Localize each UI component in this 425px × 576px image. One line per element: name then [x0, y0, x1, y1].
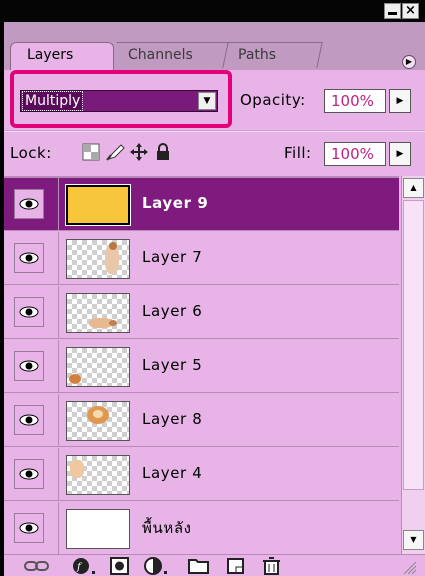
tab-channels[interactable]: Channels	[111, 42, 229, 68]
tab-paths[interactable]: Paths	[221, 42, 323, 68]
divider	[58, 232, 59, 284]
divider	[58, 448, 59, 500]
divider	[4, 130, 425, 132]
scroll-thumb[interactable]	[403, 200, 424, 490]
layer-row[interactable]: Layer 5	[4, 340, 399, 393]
link-layers-icon[interactable]	[24, 557, 50, 575]
layer-thumbnail[interactable]	[66, 293, 130, 333]
tab-layers[interactable]: Layers	[10, 42, 114, 70]
layer-list: Layer 9 Layer 7 Layer 6 Layer 5 Layer 8 …	[4, 176, 399, 555]
blend-mode-value: Multiply	[21, 91, 84, 111]
layer-scrollbar[interactable]: ▲ ▼	[401, 176, 425, 554]
layer-name[interactable]: Layer 7	[142, 248, 202, 266]
layer-name[interactable]: Layer 6	[142, 302, 202, 320]
fill-slider-button[interactable]: ▶	[389, 142, 411, 166]
layer-mask-icon[interactable]	[110, 557, 130, 575]
lock-all-icon[interactable]	[154, 143, 172, 161]
layer-thumbnail[interactable]	[66, 401, 130, 441]
visibility-eye-icon[interactable]	[14, 351, 44, 381]
tab-strip: Paths Channels Layers ▶	[4, 22, 425, 70]
layer-name[interactable]: Layer 8	[142, 410, 202, 428]
lock-row: Lock: Fill: 100% ▶	[4, 134, 425, 176]
layer-row[interactable]: Layer 9	[4, 178, 399, 231]
visibility-eye-icon[interactable]	[14, 405, 44, 435]
layer-thumbnail[interactable]	[66, 239, 130, 279]
layer-row[interactable]: Layer 6	[4, 286, 399, 339]
new-layer-icon[interactable]	[226, 557, 246, 575]
divider	[58, 340, 59, 392]
divider	[58, 178, 59, 230]
layer-thumbnail[interactable]	[66, 455, 130, 495]
new-group-icon[interactable]	[188, 557, 210, 575]
opacity-slider-button[interactable]: ▶	[389, 89, 411, 113]
layer-row[interactable]: Layer 4	[4, 448, 399, 501]
fill-field[interactable]: 100%	[324, 142, 386, 166]
chevron-down-icon[interactable]: ▼	[198, 92, 216, 110]
divider	[58, 502, 59, 554]
panel-titlebar: ×	[0, 0, 425, 22]
scroll-up-icon[interactable]: ▲	[403, 178, 424, 198]
layer-name[interactable]: Layer 4	[142, 464, 202, 482]
visibility-eye-icon[interactable]	[14, 513, 44, 543]
lock-transparency-icon[interactable]	[82, 143, 100, 161]
layer-thumbnail[interactable]	[65, 184, 131, 226]
fill-label: Fill:	[284, 144, 312, 162]
scroll-down-icon[interactable]: ▼	[403, 530, 424, 550]
layers-panel: Paths Channels Layers ▶ Multiply ▼ Opaci…	[4, 22, 425, 576]
trash-icon[interactable]	[262, 557, 282, 575]
lock-label: Lock:	[10, 144, 52, 162]
visibility-eye-icon[interactable]	[14, 243, 44, 273]
layer-style-icon[interactable]: f	[72, 557, 98, 575]
layer-thumbnail[interactable]	[66, 509, 130, 549]
layer-name[interactable]: พื้นหลัง	[142, 516, 192, 540]
blend-mode-select[interactable]: Multiply ▼	[20, 90, 218, 112]
visibility-eye-icon[interactable]	[14, 297, 44, 327]
layer-row[interactable]: Layer 7	[4, 232, 399, 285]
close-button[interactable]: ×	[402, 3, 419, 19]
layer-name[interactable]: Layer 9	[142, 194, 208, 212]
visibility-eye-icon[interactable]	[14, 459, 44, 489]
layer-row[interactable]: Layer 8	[4, 394, 399, 447]
layer-name[interactable]: Layer 5	[142, 356, 202, 374]
lock-image-icon[interactable]	[106, 143, 125, 161]
divider	[58, 286, 59, 338]
bottom-toolbar: f	[4, 554, 425, 576]
opacity-label: Opacity:	[240, 91, 306, 109]
layer-row[interactable]: พื้นหลัง	[4, 502, 399, 555]
resize-grip[interactable]	[304, 557, 418, 575]
visibility-eye-icon[interactable]	[14, 189, 44, 219]
opacity-field[interactable]: 100%	[324, 89, 386, 113]
blend-row: Multiply ▼ Opacity: 100% ▶	[4, 70, 425, 128]
panel-menu-icon[interactable]: ▶	[402, 55, 416, 69]
layer-thumbnail[interactable]	[66, 347, 130, 387]
minimize-button[interactable]	[384, 3, 401, 19]
adjustment-layer-icon[interactable]	[144, 557, 170, 575]
lock-position-icon[interactable]	[130, 143, 148, 161]
divider	[58, 394, 59, 446]
